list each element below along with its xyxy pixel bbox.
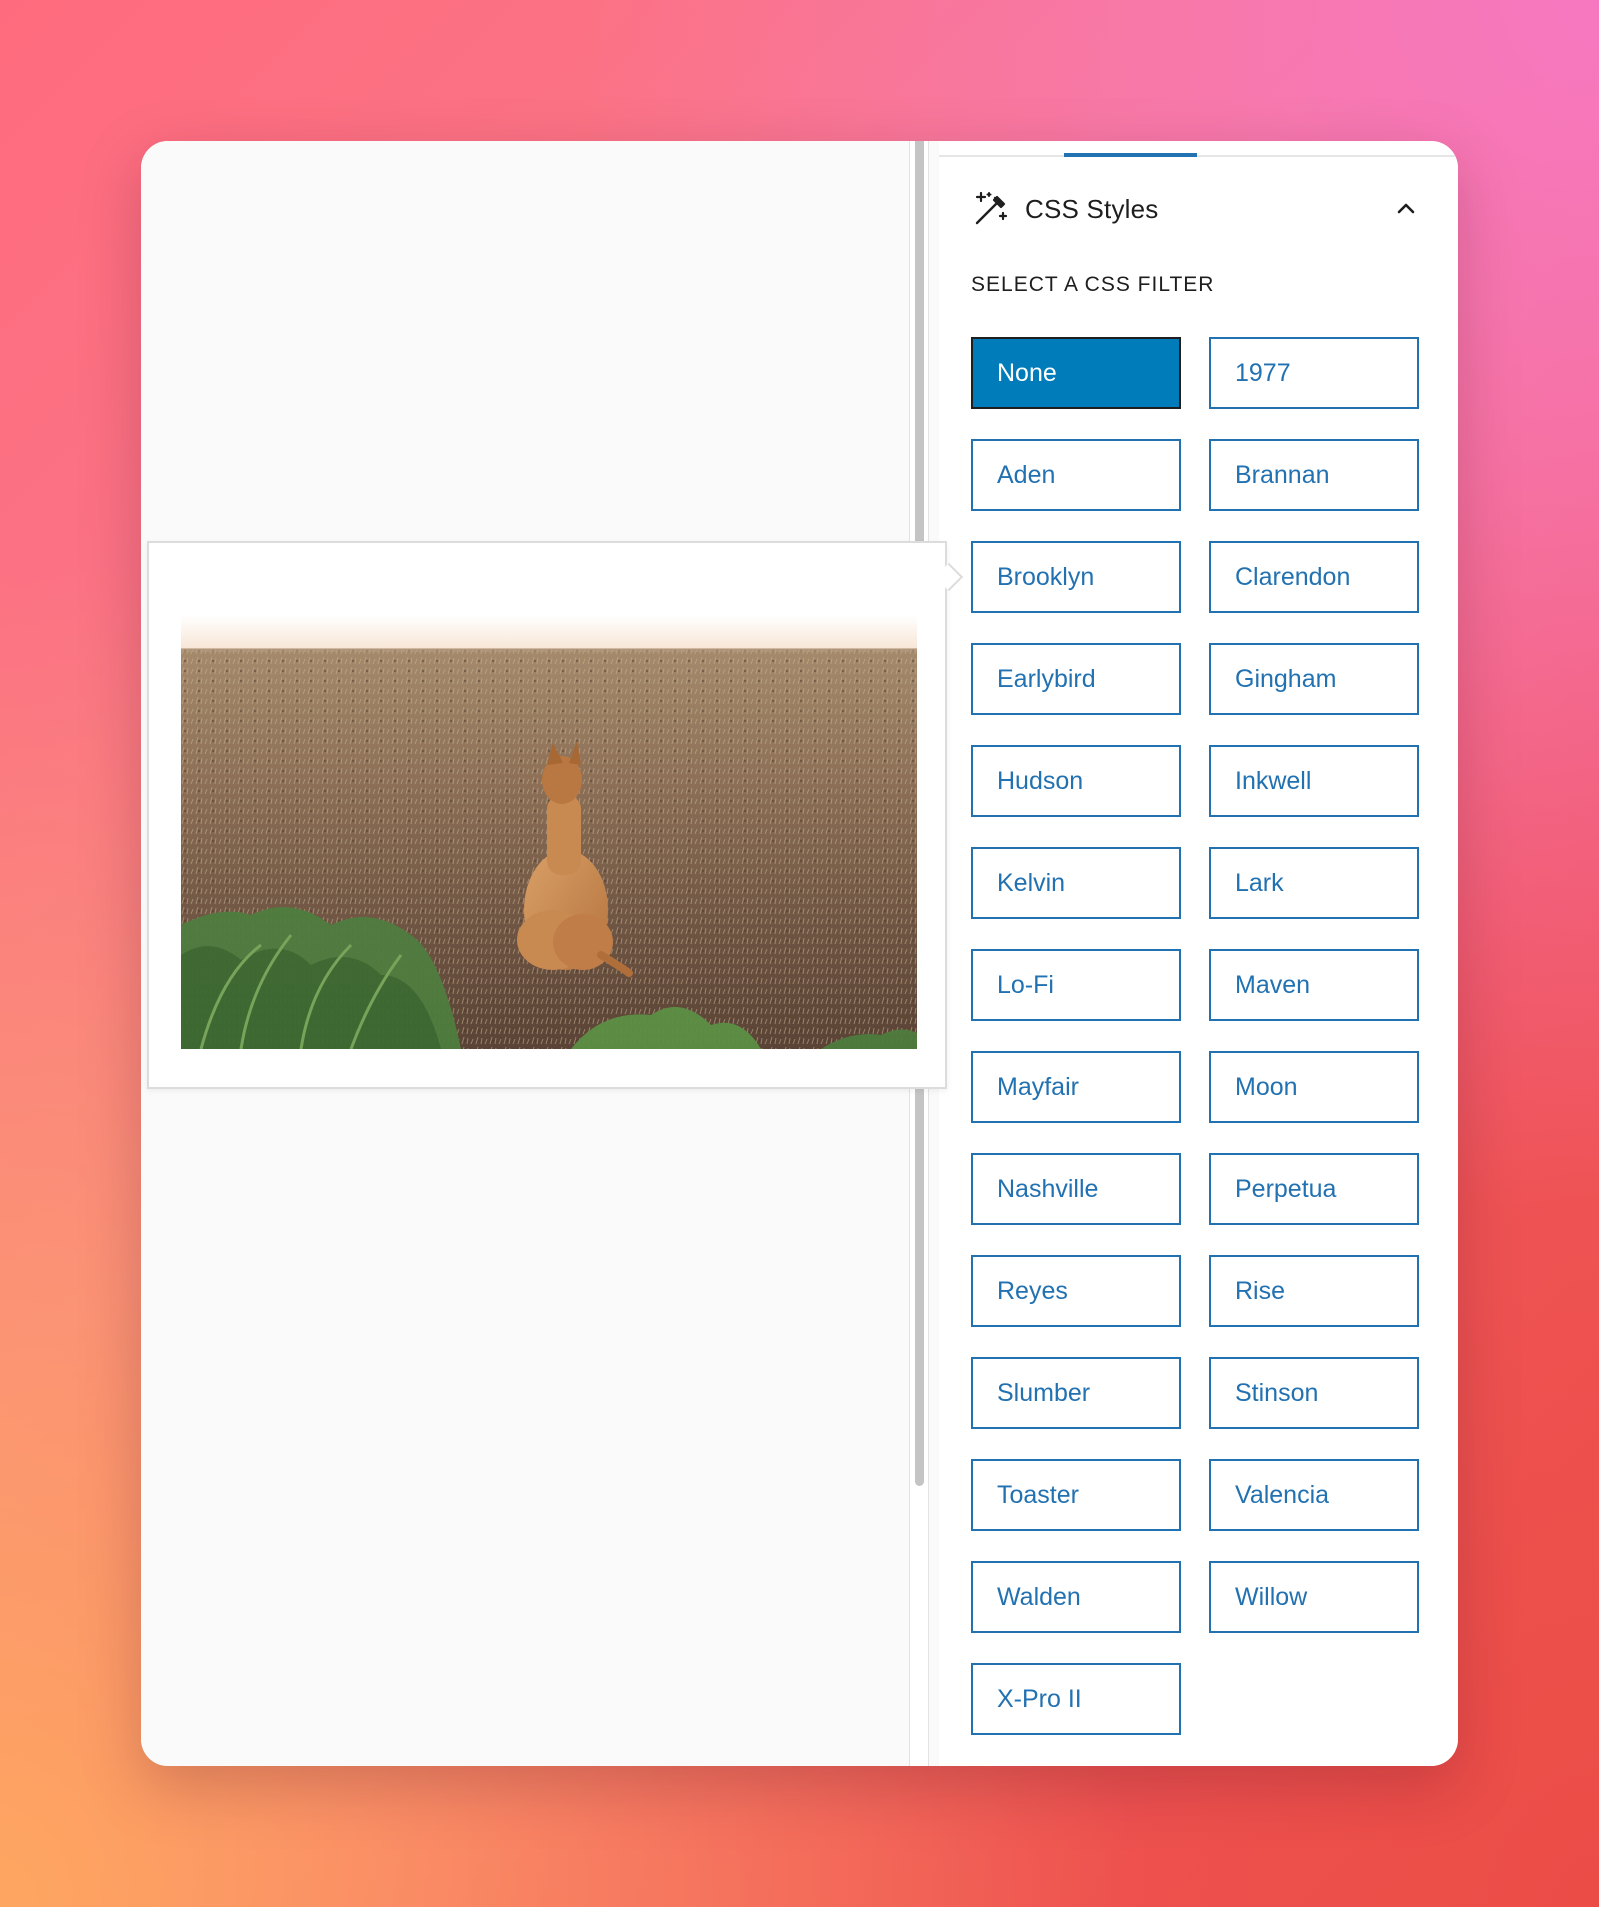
filter-button-willow[interactable]: Willow: [1209, 1561, 1419, 1633]
filter-button-nashville[interactable]: Nashville: [971, 1153, 1181, 1225]
filter-button-reyes[interactable]: Reyes: [971, 1255, 1181, 1327]
image-preview-popover: [147, 541, 964, 1089]
filter-options-grid: None 1977 Aden Brannan Brooklyn Clarendo…: [971, 337, 1426, 1735]
tab-bar-border: [939, 155, 1458, 157]
filter-button-gingham[interactable]: Gingham: [1209, 643, 1419, 715]
filter-button-x-pro-ii[interactable]: X-Pro II: [971, 1663, 1181, 1735]
filter-button-clarendon[interactable]: Clarendon: [1209, 541, 1419, 613]
filter-section-label: SELECT A CSS FILTER: [971, 273, 1215, 296]
filter-button-stinson[interactable]: Stinson: [1209, 1357, 1419, 1429]
filter-button-brannan[interactable]: Brannan: [1209, 439, 1419, 511]
filter-button-walden[interactable]: Walden: [971, 1561, 1181, 1633]
filter-button-valencia[interactable]: Valencia: [1209, 1459, 1419, 1531]
filter-button-lo-fi[interactable]: Lo-Fi: [971, 949, 1181, 1021]
filter-button-none[interactable]: None: [971, 337, 1181, 409]
filter-button-aden[interactable]: Aden: [971, 439, 1181, 511]
filter-button-brooklyn[interactable]: Brooklyn: [971, 541, 1181, 613]
filter-button-1977[interactable]: 1977: [1209, 337, 1419, 409]
panel-header[interactable]: CSS Styles: [971, 185, 1426, 233]
filter-button-moon[interactable]: Moon: [1209, 1051, 1419, 1123]
settings-sidebar: CSS Styles SELECT A CSS FILTER None 1977…: [939, 141, 1458, 1766]
magic-wand-icon: [971, 189, 1011, 229]
filter-button-kelvin[interactable]: Kelvin: [971, 847, 1181, 919]
filter-button-inkwell[interactable]: Inkwell: [1209, 745, 1419, 817]
filter-button-lark[interactable]: Lark: [1209, 847, 1419, 919]
filter-button-perpetua[interactable]: Perpetua: [1209, 1153, 1419, 1225]
editor-window: CSS Styles SELECT A CSS FILTER None 1977…: [141, 141, 1458, 1766]
filter-button-hudson[interactable]: Hudson: [971, 745, 1181, 817]
panel-title: CSS Styles: [1025, 193, 1159, 224]
preview-image: [181, 615, 917, 1049]
filter-button-earlybird[interactable]: Earlybird: [971, 643, 1181, 715]
active-tab-indicator: [1064, 153, 1197, 157]
chevron-up-icon[interactable]: [1386, 189, 1426, 229]
filter-button-mayfair[interactable]: Mayfair: [971, 1051, 1181, 1123]
filter-button-maven[interactable]: Maven: [1209, 949, 1419, 1021]
filter-button-rise[interactable]: Rise: [1209, 1255, 1419, 1327]
filter-button-slumber[interactable]: Slumber: [971, 1357, 1181, 1429]
filter-button-toaster[interactable]: Toaster: [971, 1459, 1181, 1531]
